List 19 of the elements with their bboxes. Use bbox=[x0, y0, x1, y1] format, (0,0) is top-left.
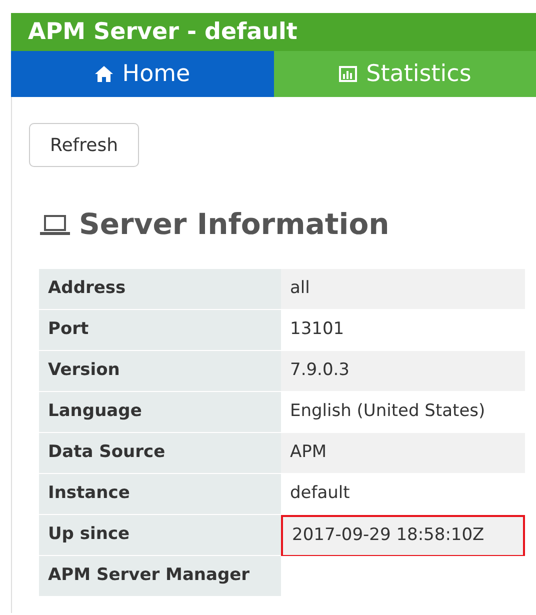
section-heading: Server Information bbox=[79, 206, 390, 243]
value-cell: APM bbox=[281, 432, 525, 474]
value-cell: all bbox=[281, 268, 525, 310]
window-title: APM Server - default bbox=[28, 18, 298, 47]
bar-chart-icon bbox=[338, 65, 358, 83]
value-cell: 7.9.0.3 bbox=[281, 350, 525, 392]
refresh-button[interactable]: Refresh bbox=[29, 123, 139, 167]
nav-tab[interactable]: Home bbox=[11, 51, 274, 97]
label-cell: Instance bbox=[39, 474, 281, 514]
label-cell: Version bbox=[39, 350, 281, 392]
label-cell: Language bbox=[39, 392, 281, 432]
value-cell: 2017-09-29 18:58:10Z bbox=[281, 514, 525, 556]
label-cell: Address bbox=[39, 268, 281, 310]
home-icon bbox=[94, 65, 114, 83]
label-cell: Up since bbox=[39, 514, 281, 556]
label-cell: Data Source bbox=[39, 432, 281, 474]
label-cell: Port bbox=[39, 310, 281, 350]
laptop-icon bbox=[39, 214, 71, 236]
label-cell: APM Server Manager bbox=[39, 556, 281, 596]
